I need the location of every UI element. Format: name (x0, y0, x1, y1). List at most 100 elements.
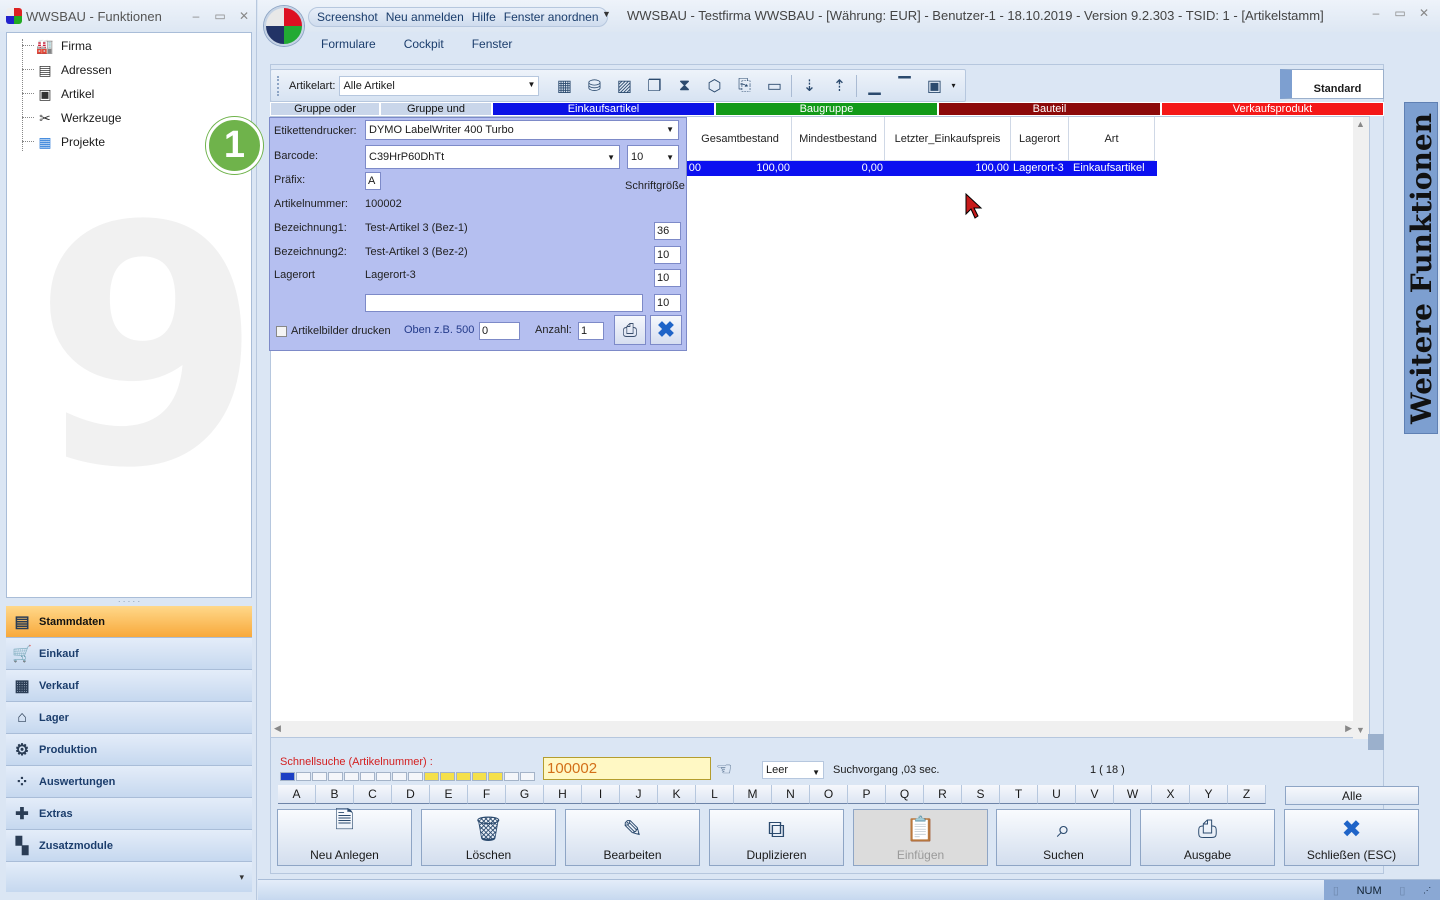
nav-item-verkauf[interactable]: ▦ Verkauf (6, 670, 252, 702)
maximize-button[interactable]: ▭ (1388, 6, 1412, 20)
maximize-button[interactable]: ▭ (208, 9, 232, 23)
tree-item-artikel[interactable]: ▣ Artikel (35, 83, 94, 105)
alpha-button-a[interactable]: A (278, 785, 316, 804)
scroll-up-icon[interactable]: ▲ (1356, 119, 1365, 129)
alpha-button-f[interactable]: F (468, 785, 506, 804)
hourglass-icon[interactable]: ⧗ (669, 72, 699, 100)
alpha-button-t[interactable]: T (1000, 785, 1038, 804)
column-header-letzter-einkaufspreis[interactable]: Letzter_Einkaufspreis (885, 117, 1011, 161)
tree-item-adressen[interactable]: ▤ Adressen (35, 59, 111, 81)
oben-input[interactable]: 0 (479, 322, 520, 340)
alle-button[interactable]: Alle (1285, 786, 1419, 805)
horizontal-scrollbar[interactable]: ◀ ▶ (271, 721, 1355, 737)
copy-pages-icon[interactable]: ❐ (639, 72, 669, 100)
extra-text-input[interactable] (365, 294, 643, 312)
close-dialog-button[interactable]: ✖ (650, 315, 682, 345)
resize-grip-icon[interactable]: ⋰ (1423, 886, 1431, 895)
alpha-button-e[interactable]: E (430, 785, 468, 804)
barcode-size-select[interactable]: 10 ▼ (627, 145, 679, 169)
image-icon[interactable]: ▨ (609, 72, 639, 100)
table-view-icon[interactable]: ▦ (549, 72, 579, 100)
nav-item-zusatzmodule[interactable]: ▚ Zusatzmodule (6, 830, 252, 862)
alpha-button-g[interactable]: G (506, 785, 544, 804)
nav-item-stammdaten[interactable]: ▤ Stammdaten (6, 606, 252, 638)
vertical-scrollbar[interactable]: ▲ ▼ (1353, 117, 1369, 739)
alpha-button-o[interactable]: O (810, 785, 848, 804)
nav-options-button[interactable]: ▾ (6, 862, 252, 892)
scroll-left-icon[interactable]: ◀ (274, 723, 281, 734)
search-mode-select[interactable]: Leer ▼ (762, 761, 824, 779)
alpha-button-i[interactable]: I (582, 785, 620, 804)
column-header-gesamtbestand[interactable]: Gesamtbestand (689, 117, 792, 161)
neu-anlegen-button[interactable]: 🗎 Neu Anlegen (277, 807, 412, 866)
alpha-button-h[interactable]: H (544, 785, 582, 804)
minimize-button[interactable]: – (1364, 6, 1388, 20)
layout-window-icon[interactable]: ▣ (919, 72, 949, 100)
alpha-button-y[interactable]: Y (1190, 785, 1228, 804)
alpha-button-d[interactable]: D (392, 785, 430, 804)
alpha-button-u[interactable]: U (1038, 785, 1076, 804)
alpha-button-b[interactable]: B (316, 785, 354, 804)
quick-access-dropdown-icon[interactable]: ▼ (602, 9, 611, 19)
column-header-lagerort[interactable]: Lagerort (1011, 117, 1069, 161)
alpha-button-z[interactable]: Z (1228, 785, 1266, 804)
alpha-button-l[interactable]: L (696, 785, 734, 804)
nav-item-produktion[interactable]: ⚙ Produktion (6, 734, 252, 766)
alpha-button-q[interactable]: Q (886, 785, 924, 804)
fenster-anordnen-button[interactable]: Fenster anordnen (504, 10, 599, 24)
minimize-button[interactable]: – (184, 9, 208, 23)
nav-item-lager[interactable]: ⌂ Lager (6, 702, 252, 734)
bearbeiten-button[interactable]: ✎ Bearbeiten (565, 809, 700, 866)
bauteil-filter[interactable]: Bauteil (938, 102, 1161, 116)
alpha-button-p[interactable]: P (848, 785, 886, 804)
praefix-input[interactable]: A (365, 172, 381, 190)
layout-top-icon[interactable]: ▔ (889, 72, 919, 100)
duplizieren-button[interactable]: ⧉ Duplizieren (709, 809, 844, 866)
group-or-filter[interactable]: Gruppe oder (270, 102, 380, 116)
nav-item-auswertungen[interactable]: ⁘ Auswertungen (6, 766, 252, 798)
verkaufsprodukt-filter[interactable]: Verkaufsprodukt (1161, 102, 1384, 116)
standard-layout-button[interactable]: Standard (1280, 69, 1384, 99)
suchen-button[interactable]: ⌕ Suchen (996, 809, 1131, 866)
column-header-mindestbestand[interactable]: Mindestbestand (792, 117, 885, 161)
alpha-button-n[interactable]: N (772, 785, 810, 804)
alpha-button-s[interactable]: S (962, 785, 1000, 804)
bezeichnung2-size-input[interactable]: 10 (654, 246, 681, 264)
weitere-funktionen-panel[interactable]: Weitere Funktionen (1404, 102, 1438, 434)
sort-ascending-icon[interactable]: ⇡ (824, 72, 854, 100)
stack-icon[interactable]: ⛁ (579, 72, 609, 100)
alpha-button-r[interactable]: R (924, 785, 962, 804)
column-header-art[interactable]: Art (1069, 117, 1155, 161)
baugruppe-filter[interactable]: Baugruppe (715, 102, 938, 116)
close-button[interactable]: ✕ (232, 9, 256, 23)
etikettendrucker-select[interactable]: DYMO LabelWriter 400 Turbo ▼ (365, 120, 679, 140)
artikelbilder-checkbox[interactable] (276, 326, 287, 337)
alpha-button-k[interactable]: K (658, 785, 696, 804)
nav-item-einkauf[interactable]: 🛒 Einkauf (6, 638, 252, 670)
toolbar-grip[interactable] (277, 75, 283, 96)
anzahl-input[interactable]: 1 (578, 322, 604, 340)
ausgabe-button[interactable]: ⎙ Ausgabe (1140, 809, 1275, 866)
scroll-down-icon[interactable]: ▼ (1356, 725, 1365, 735)
lagerort-size-input[interactable]: 10 (654, 269, 681, 287)
pane-splitter[interactable]: · · · · · (6, 598, 252, 606)
alpha-button-c[interactable]: C (354, 785, 392, 804)
loeschen-button[interactable]: 🗑 Löschen (421, 809, 556, 866)
schliessen-button[interactable]: ✖ Schließen (ESC) (1284, 809, 1419, 866)
einfuegen-button[interactable]: 📋 Einfügen (853, 809, 988, 866)
print-label-button[interactable]: ⎙ (614, 315, 646, 345)
menu-formulare[interactable]: Formulare (321, 37, 376, 51)
label-icon[interactable]: ▭ (759, 72, 789, 100)
group-and-filter[interactable]: Gruppe und (380, 102, 492, 116)
barcode-select[interactable]: C39HrP60DhTt ▼ (365, 145, 620, 169)
package-icon[interactable]: ⬡ (699, 72, 729, 100)
sort-descending-icon[interactable]: ⇣ (794, 72, 824, 100)
alpha-button-w[interactable]: W (1114, 785, 1152, 804)
bezeichnung1-size-input[interactable]: 36 (654, 222, 681, 240)
einkaufsartikel-filter[interactable]: Einkaufsartikel (492, 102, 715, 116)
screenshot-button[interactable]: Screenshot (317, 10, 378, 24)
menu-fenster[interactable]: Fenster (472, 37, 513, 51)
application-orb-button[interactable] (264, 6, 304, 46)
pointing-hand-icon[interactable]: ☜ (716, 759, 732, 780)
artikelart-select[interactable]: Alle Artikel ▼ (339, 75, 540, 96)
